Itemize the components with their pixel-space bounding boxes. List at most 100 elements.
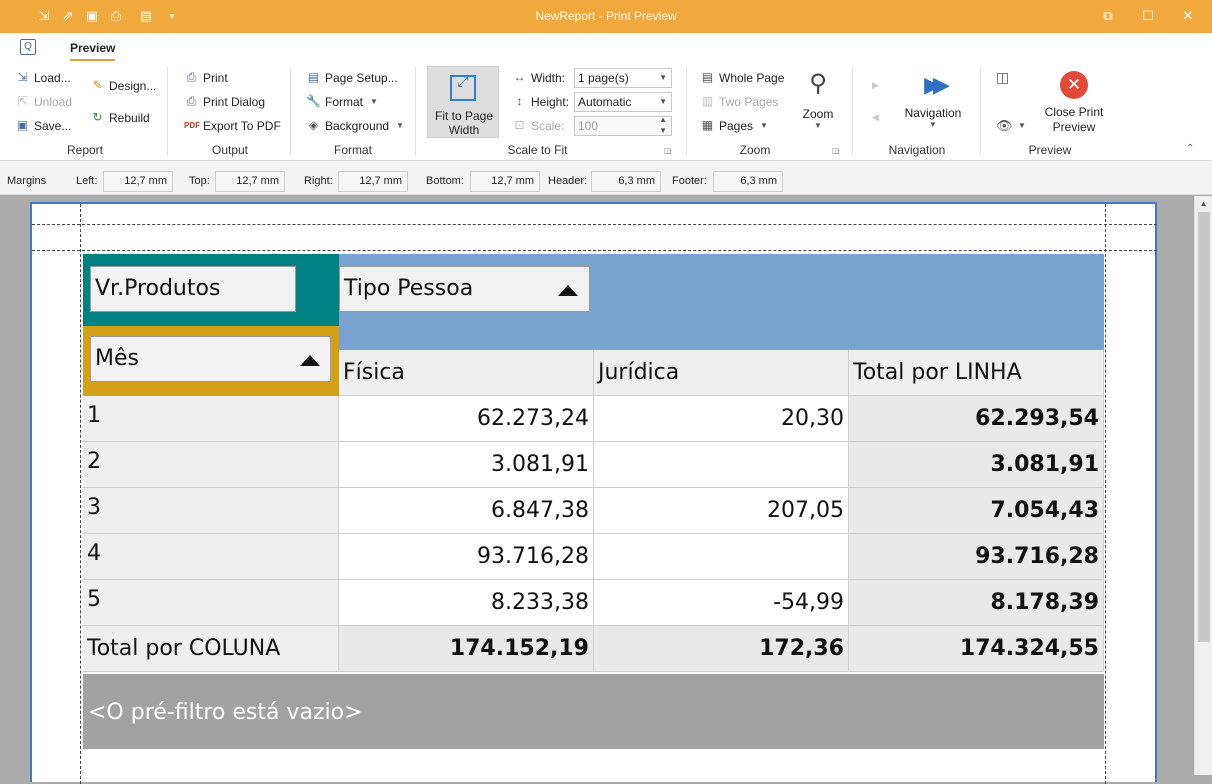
unload-button[interactable]: ⇱ Unload xyxy=(15,94,72,109)
value-cell: 8.233,38 xyxy=(339,580,594,626)
top-margin-guide xyxy=(32,250,1157,251)
format-button[interactable]: 🔧 Format ▼ xyxy=(306,94,378,109)
fit-to-page-width-button[interactable]: ⤢ Fit to Page Width xyxy=(427,66,499,138)
group-label-zoom: Zoom xyxy=(739,143,771,157)
design-icon: ✎ xyxy=(92,78,103,92)
width-icon: ↔ xyxy=(513,70,526,84)
height-icon: ↕ xyxy=(516,94,523,108)
row-header: 1 xyxy=(83,396,339,442)
load-icon: ⇲ xyxy=(17,70,28,84)
row-header: 2 xyxy=(83,442,339,488)
collapse-ribbon-icon[interactable]: ⌃ xyxy=(1186,143,1194,154)
ribbon-separator xyxy=(415,67,416,155)
preview-file-icon[interactable]: Q xyxy=(20,39,36,55)
margin-right-field[interactable]: 12,7 mm xyxy=(338,171,408,192)
whole-page-icon: ▤ xyxy=(701,70,714,84)
page-setup-icon: ▤ xyxy=(307,70,320,84)
zoom-button[interactable]: ⚲ Zoom ▼ xyxy=(798,69,838,139)
print-button[interactable]: ⎙ Print xyxy=(184,70,228,85)
preview-area: Vr.Produtos Tipo Pessoa Mês Física Jurídi… xyxy=(0,196,1212,784)
load-button[interactable]: ⇲ Load... xyxy=(15,70,70,85)
data-field-button[interactable]: Vr.Produtos xyxy=(90,266,296,312)
export-pdf-button[interactable]: PDF Export To PDF xyxy=(184,118,281,133)
prefilter-text: <O pré-filtro está vazio> xyxy=(88,700,363,725)
margin-left-field[interactable]: 12,7 mm xyxy=(103,171,173,192)
pivot-grid: Vr.Produtos Tipo Pessoa Mês Física Jurídi… xyxy=(83,254,1105,749)
header-margin-guide xyxy=(32,224,1157,225)
chevron-down-icon: ▼ xyxy=(814,121,822,130)
eye-icon[interactable]: 👁 xyxy=(996,118,1013,134)
fit-to-page-width-label: Fit to Page xyxy=(434,109,494,123)
page-setup-button[interactable]: ▤ Page Setup... xyxy=(306,70,398,85)
two-pages-button[interactable]: ▥ Two Pages xyxy=(700,94,779,109)
ribbon-separator xyxy=(167,67,168,155)
left-margin-guide xyxy=(80,204,81,784)
footer-margin-field[interactable]: 6,3 mm xyxy=(713,171,783,192)
multi-page-icon[interactable]: ◫ xyxy=(996,69,1009,86)
fit-to-page-width-label-2: Width xyxy=(448,123,480,137)
pages-button[interactable]: ▦ Pages ▼ xyxy=(700,118,768,133)
width-combo[interactable]: 1 page(s) ▼ xyxy=(574,68,672,88)
row-header: 4 xyxy=(83,534,339,580)
row-total-cell: 3.081,91 xyxy=(849,442,1104,488)
close-icon[interactable]: ✕ xyxy=(1173,5,1203,27)
previous-page-icon[interactable]: ◀ xyxy=(872,112,879,123)
two-pages-icon: ▥ xyxy=(701,94,714,108)
pdf-icon: PDF xyxy=(184,121,200,130)
wrench-icon: 🔧 xyxy=(306,94,321,108)
row-field-button[interactable]: Mês xyxy=(90,336,331,382)
chevron-down-icon: ▼ xyxy=(760,121,768,130)
save-button[interactable]: ▣ Save... xyxy=(15,118,72,133)
chevron-down-icon: ▼ xyxy=(659,97,667,106)
value-cell: 207,05 xyxy=(594,488,849,534)
magnifier-icon: ⚲ xyxy=(809,70,827,97)
group-label-scale-to-fit: Scale to Fit xyxy=(507,143,568,157)
column-field-button[interactable]: Tipo Pessoa xyxy=(339,266,590,312)
value-cell xyxy=(594,534,849,580)
group-label-report: Report xyxy=(66,143,104,157)
vertical-scrollbar[interactable]: ▲ xyxy=(1194,196,1212,775)
close-print-preview-button[interactable]: ✕ Close Print Preview xyxy=(1036,71,1112,143)
row-total-cell: 7.054,43 xyxy=(849,488,1104,534)
value-cell: -54,99 xyxy=(594,580,849,626)
rebuild-icon: ↻ xyxy=(92,110,103,124)
margin-top-label: Top: xyxy=(189,175,210,187)
margin-bottom-field[interactable]: 12,7 mm xyxy=(470,171,540,192)
row-total-cell: 93.716,28 xyxy=(849,534,1104,580)
header-margin-field[interactable]: 6,3 mm xyxy=(591,171,661,192)
background-button[interactable]: ◈ Background ▼ xyxy=(306,118,404,133)
footer-margin-label: Footer: xyxy=(672,175,707,187)
chevron-down-icon[interactable]: ▼ xyxy=(1018,121,1026,130)
first-page-icon[interactable]: ▶ xyxy=(872,80,879,91)
margin-right-label: Right: xyxy=(304,175,333,187)
right-margin-guide xyxy=(1105,204,1106,784)
value-cell xyxy=(594,442,849,488)
ribbon-tabs: Q Preview xyxy=(0,33,1212,63)
prefilter-bar[interactable]: <O pré-filtro está vazio> xyxy=(83,674,1104,749)
scrollbar-thumb[interactable] xyxy=(1198,212,1210,642)
margin-left-label: Left: xyxy=(76,175,98,187)
restore-icon[interactable]: ⧉ xyxy=(1093,5,1123,27)
rebuild-button[interactable]: ↻ Rebuild xyxy=(90,110,149,125)
scroll-up-icon[interactable]: ▲ xyxy=(1195,196,1212,212)
design-button[interactable]: ✎ Design... xyxy=(90,78,156,93)
height-combo[interactable]: Automatic ▼ xyxy=(574,92,672,112)
title-bar: ⇲ ⇗ ▣ ⎙ ▤ ▾ NewReport - Print Preview ⧉ … xyxy=(0,0,1212,33)
group-label-navigation: Navigation xyxy=(888,143,946,157)
whole-page-button[interactable]: ▤ Whole Page xyxy=(700,70,785,85)
navigation-button[interactable]: ▶▶ Navigation ▼ xyxy=(898,71,968,141)
chevron-down-icon: ▼ xyxy=(659,73,667,82)
value-cell: 62.273,24 xyxy=(339,396,594,442)
spinner-arrows-icon: ▲ ▼ xyxy=(659,115,667,135)
row-header: 3 xyxy=(83,488,339,534)
scale-spinner[interactable]: 100 ▲ ▼ xyxy=(574,115,672,136)
scale-dialog-launcher-icon[interactable]: ◲ xyxy=(664,146,673,155)
margin-top-field[interactable]: 12,7 mm xyxy=(215,171,285,192)
tab-preview[interactable]: Preview xyxy=(70,41,116,61)
navigation-arrows-icon: ▶▶ xyxy=(924,72,950,97)
print-dialog-button[interactable]: ⎙ Print Dialog xyxy=(184,94,265,109)
maximize-icon[interactable]: ☐ xyxy=(1133,5,1163,27)
ribbon-separator xyxy=(290,67,291,155)
group-label-format: Format xyxy=(333,143,372,157)
zoom-dialog-launcher-icon[interactable]: ◲ xyxy=(832,146,841,155)
